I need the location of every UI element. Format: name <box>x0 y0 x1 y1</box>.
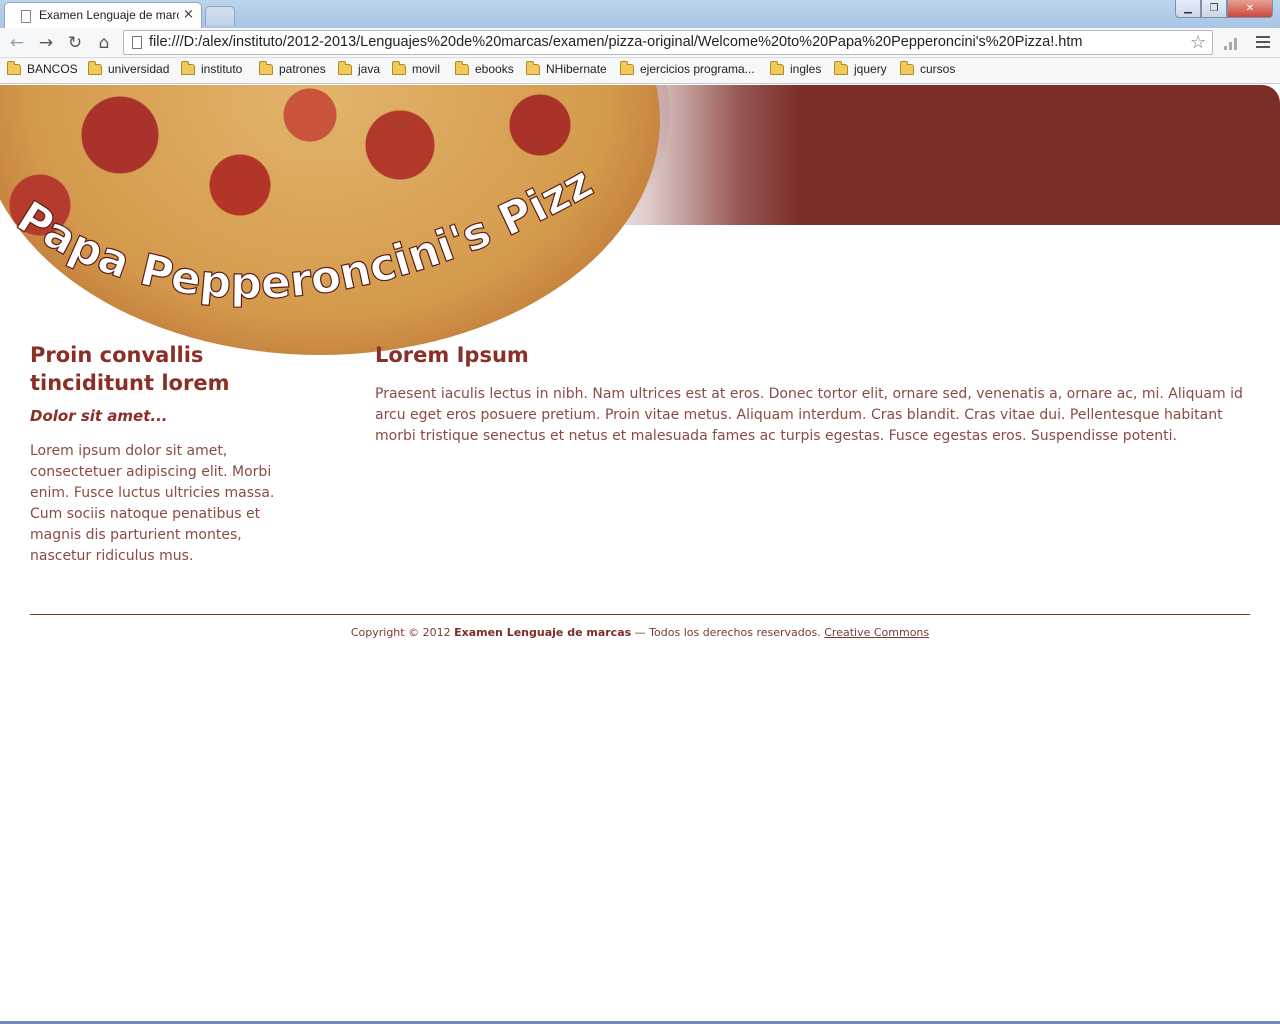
bookmark-label: jquery <box>854 62 887 76</box>
bookmark-label: patrones <box>279 62 326 76</box>
bookmark-jquery[interactable]: jquery <box>834 60 887 76</box>
new-tab-button[interactable] <box>205 6 235 26</box>
browser-titlebar: Examen Lenguaje de marc × ▁ ❐ ✕ <box>0 0 1280 28</box>
bookmark-star-icon[interactable]: ☆ <box>1190 32 1206 53</box>
web-page: Papa Pepperoncini's Pizza Proin convalli… <box>0 85 1280 1024</box>
signal-icon[interactable] <box>1224 36 1238 50</box>
url-text[interactable]: file:///D:/alex/instituto/2012-2013/Leng… <box>149 34 1189 50</box>
folder-icon <box>455 60 469 75</box>
folder-icon <box>834 60 848 75</box>
maximize-button[interactable]: ❐ <box>1201 0 1227 18</box>
bookmark-patrones[interactable]: patrones <box>259 60 326 76</box>
bookmark-cursos[interactable]: cursos <box>900 60 956 76</box>
folder-icon <box>338 60 352 75</box>
bookmark-label: ingles <box>790 62 822 76</box>
folder-icon <box>620 60 634 75</box>
bookmark-java[interactable]: java <box>338 60 381 76</box>
minimize-button[interactable]: ▁ <box>1175 0 1201 18</box>
folder-icon <box>770 60 784 75</box>
site-footer: Copyright © 2012 Examen Lenguaje de marc… <box>30 626 1250 639</box>
forward-arrow-icon[interactable]: → <box>35 32 57 54</box>
footer-rights: — Todos los derechos reservados. <box>634 626 821 639</box>
bookmark-label: instituto <box>201 62 243 76</box>
folder-icon <box>88 60 102 75</box>
close-window-button[interactable]: ✕ <box>1227 0 1273 18</box>
reload-icon[interactable]: ↻ <box>64 32 86 54</box>
folder-icon <box>181 60 195 75</box>
tab-close-icon[interactable]: × <box>183 7 194 22</box>
bookmark-movil[interactable]: movil <box>392 60 441 76</box>
footer-copyright: Copyright © 2012 <box>350 626 451 639</box>
bookmark-nhibernate[interactable]: NHibernate <box>526 60 607 76</box>
main-paragraph: Praesent iaculis lectus in nibh. Nam ult… <box>375 386 1243 444</box>
bookmark-label: java <box>358 62 381 76</box>
bookmark-label: universidad <box>108 62 170 76</box>
home-icon[interactable]: ⌂ <box>93 32 115 54</box>
footer-site-name: Examen Lenguaje de marcas <box>454 626 632 639</box>
sidebar-paragraph: Lorem ipsum dolor sit amet, consectetuer… <box>30 443 275 564</box>
bookmark-label: NHibernate <box>546 62 607 76</box>
folder-icon <box>900 60 914 75</box>
main-content: Lorem Ipsum Praesent iaculis lectus in n… <box>375 341 1255 447</box>
main-title: Lorem Ipsum <box>375 343 529 367</box>
site-header: Papa Pepperoncini's Pizza <box>0 85 1280 355</box>
bookmark-label: ebooks <box>475 62 514 76</box>
document-icon <box>21 10 31 23</box>
bookmark-bancos[interactable]: BANCOS <box>7 60 78 76</box>
folder-icon <box>526 60 540 75</box>
address-bar[interactable]: file:///D:/alex/instituto/2012-2013/Leng… <box>123 30 1213 55</box>
browser-toolbar: ← → ↻ ⌂ file:///D:/alex/instituto/2012-2… <box>0 28 1280 58</box>
tab-active[interactable]: Examen Lenguaje de marc × <box>4 2 202 28</box>
sidebar-title: Proin convallis tinciditunt lorem <box>30 343 230 395</box>
menu-icon[interactable] <box>1256 36 1270 48</box>
bookmark-label: cursos <box>920 62 956 76</box>
tab-title: Examen Lenguaje de marc <box>39 8 179 22</box>
sidebar: Proin convallis tinciditunt lorem Dolor … <box>30 341 280 567</box>
bookmark-label: ejercicios programa... <box>640 62 755 76</box>
page-icon <box>132 36 142 49</box>
folder-icon <box>392 60 406 75</box>
footer-divider <box>30 614 1250 615</box>
creative-commons-link[interactable]: Creative Commons <box>824 626 929 639</box>
bookmark-ejercicios[interactable]: ejercicios programa... <box>620 60 755 76</box>
bookmark-label: movil <box>412 62 441 76</box>
logo-text: Papa Pepperoncini's Pizza <box>0 85 601 309</box>
bookmark-ingles[interactable]: ingles <box>770 60 822 76</box>
site-logo: Papa Pepperoncini's Pizza <box>0 85 602 310</box>
sidebar-subtitle: Dolor sit amet... <box>30 407 168 425</box>
bookmark-ebooks[interactable]: ebooks <box>455 60 514 76</box>
bookmark-universidad[interactable]: universidad <box>88 60 170 76</box>
folder-icon <box>259 60 273 75</box>
back-arrow-icon[interactable]: ← <box>6 32 28 54</box>
bookmark-label: BANCOS <box>27 62 78 76</box>
bookmark-instituto[interactable]: instituto <box>181 60 243 76</box>
folder-icon <box>7 60 21 75</box>
bookmarks-bar: BANCOS universidad instituto patrones ja… <box>0 58 1280 84</box>
